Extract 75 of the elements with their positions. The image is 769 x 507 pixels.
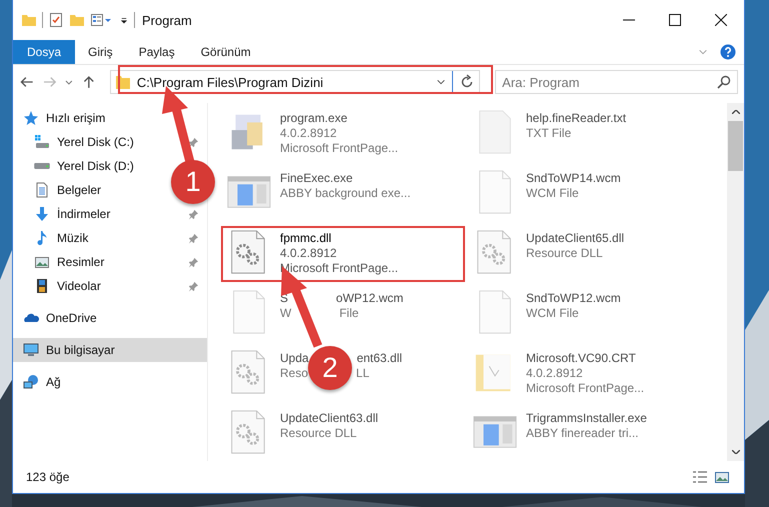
file-name: UpdateClient65.dll [526,231,624,245]
back-icon[interactable] [19,74,35,90]
ribbon-tab[interactable]: Dosya [13,40,76,64]
file-name: Microsoft.VC90.CRT [526,351,636,365]
file-name: FineExec.exe [280,171,353,185]
ribbon-tab[interactable]: Giriş [75,40,126,64]
file-detail: Resource DLL [280,426,357,440]
sidebar-item[interactable]: Hızlı erişim [13,106,207,130]
sidebar-item[interactable]: Videolar [13,274,107,298]
window-title: Program [142,12,192,28]
file-detail: 4.0.2.8912 [280,246,337,260]
file-detail: Reso [280,366,308,380]
pin-icon[interactable] [188,208,199,220]
monitor-icon [23,342,39,358]
file-detail: TXT File [526,126,572,140]
file-detail: Microsoft FrontPage... [526,381,644,395]
document-icon [34,182,50,198]
checklist-icon[interactable] [48,12,64,28]
help-icon[interactable] [720,44,736,60]
file-detail: Microsoft FrontPage... [280,141,398,155]
download-icon [34,206,50,222]
drive-icon [34,134,50,150]
sidebar-item[interactable]: Resimler [13,250,110,274]
file-detail: Resource DLL [526,246,603,260]
file-name: SndToWP12.wcm [526,291,621,305]
file-detail: WCM File [526,306,579,320]
file-name: ent63.dll [356,351,402,365]
file-name: SndToWP14.wcm [526,171,621,185]
ribbon-tab[interactable]: Görünüm [188,40,264,64]
sidebar-item[interactable]: Belgeler [13,178,108,202]
drive-icon [34,163,50,169]
file-name: fpmmc.dll [280,231,332,245]
network-icon [23,374,39,390]
sidebar-item[interactable]: Müzik [13,226,94,250]
pin-icon[interactable] [188,280,199,292]
scroll-up-icon[interactable] [732,110,740,114]
search-field[interactable]: Ara: Program [495,70,738,94]
large-icons-view-icon[interactable] [714,469,730,485]
film-icon [34,278,50,294]
close-icon [715,14,727,26]
item-count: 123 öğe [26,470,70,484]
minimize-icon [623,19,635,21]
sidebar-item[interactable]: Yerel Disk (C:) [13,130,140,154]
sidebar-item[interactable]: Bu bilgisayar [13,338,207,362]
file-detail: File [339,306,359,320]
file-name: program.exe [280,111,348,125]
pin-icon[interactable] [188,232,199,244]
details-view-icon[interactable] [692,469,708,485]
pin-icon[interactable] [188,256,199,268]
file-detail: W [280,306,292,320]
file-name: help.fineReader.txt [526,111,626,125]
picture-icon [34,254,50,270]
sidebar-item[interactable]: İndirmeler [13,202,116,226]
properties-icon[interactable] [90,12,114,28]
sidebar-item[interactable]: OneDrive [13,306,207,330]
file-detail: ABBY finereader tri... [526,426,638,440]
file-name: TrigrammsInstaller.exe [526,411,647,425]
search-icon[interactable] [716,74,732,90]
file-detail: LL [356,366,370,380]
scroll-thumb[interactable] [728,121,743,171]
sidebar-item[interactable]: Yerel Disk (D:) [13,154,140,178]
maximize-icon [669,14,681,26]
file-detail: WCM File [526,186,579,200]
scroll-down-icon[interactable] [732,450,740,454]
sidebar-item[interactable]: Ağ [13,370,207,394]
scrollbar[interactable] [727,103,744,461]
file-name: UpdateClient63.dll [280,411,378,425]
star-icon [23,110,39,126]
file-name: oWP12.wcm [336,291,404,305]
ribbon-tab[interactable]: Paylaş [126,40,188,64]
file-name: Upda [280,351,309,365]
file-detail: 4.0.2.8912 [280,126,337,140]
pin-icon[interactable] [188,136,199,148]
file-detail: 4.0.2.8912 [526,366,583,380]
file-detail: ABBY background exe... [280,186,411,200]
